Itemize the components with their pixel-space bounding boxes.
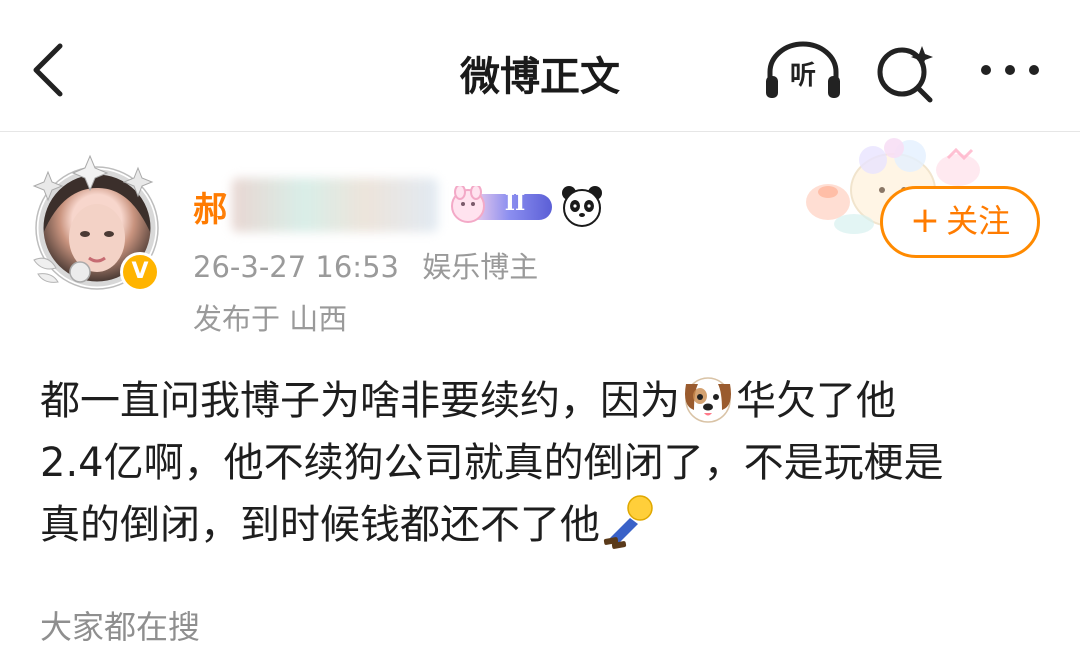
post-line: 2.4亿啊，他不续狗公司就真的倒闭了，不是玩梗是 xyxy=(40,432,1050,494)
dog-face-icon xyxy=(685,377,731,423)
author-name[interactable]: 郝 xyxy=(193,182,227,230)
weibo-post-page: 微博正文 听 V 郝 II 26-3-27 16:53 娱乐博主 发布于 山西 … xyxy=(0,0,1080,654)
post-text-segment: 2.4亿啊，他不续狗公司就真的倒闭了，不是玩梗是 xyxy=(40,440,944,486)
top-nav-bar: 微博正文 听 xyxy=(0,0,1080,132)
post-timestamp: 26-3-27 16:53 xyxy=(193,250,399,284)
follow-label: 关注 xyxy=(946,202,1011,240)
author-avatar[interactable]: V xyxy=(28,150,164,296)
lying-person-icon xyxy=(603,495,653,549)
post-location: 发布于 山西 xyxy=(193,302,348,336)
post-text-segment: 都一直问我博子为啥非要续约，因为 xyxy=(40,378,680,424)
post-text-segment: 华欠了他 xyxy=(736,378,896,424)
trending-search-header: 大家都在搜 xyxy=(40,608,201,646)
verified-v-icon: V xyxy=(120,252,160,292)
post-content: 都一直问我博子为啥非要续约，因为 华欠了他 2.4亿啊，他不续狗公司就真的倒闭了… xyxy=(40,370,1050,556)
post-meta: 26-3-27 16:53 娱乐博主 xyxy=(193,244,538,286)
listen-label: 听 xyxy=(789,61,816,91)
post-line: 真的倒闭，到时候钱都还不了他 xyxy=(40,494,1050,556)
search-button[interactable] xyxy=(872,40,940,104)
author-name-mosaic xyxy=(232,178,438,232)
post-author-category: 娱乐博主 xyxy=(422,250,539,284)
more-dots-icon xyxy=(981,65,1039,75)
follow-button[interactable]: + 关注 xyxy=(880,186,1040,258)
post-text-segment: 真的倒闭，到时候钱都还不了他 xyxy=(40,502,600,548)
post-line: 都一直问我博子为啥非要续约，因为 华欠了他 xyxy=(40,370,1050,432)
more-options-button[interactable] xyxy=(976,54,1044,86)
back-arrow-icon xyxy=(33,43,63,97)
member-level-text: II xyxy=(504,190,526,216)
search-sparkle-icon xyxy=(877,46,933,103)
listen-button[interactable]: 听 xyxy=(762,40,844,104)
back-button[interactable] xyxy=(26,38,82,102)
follow-plus-icon: + xyxy=(909,200,941,241)
panda-icon xyxy=(562,186,602,227)
